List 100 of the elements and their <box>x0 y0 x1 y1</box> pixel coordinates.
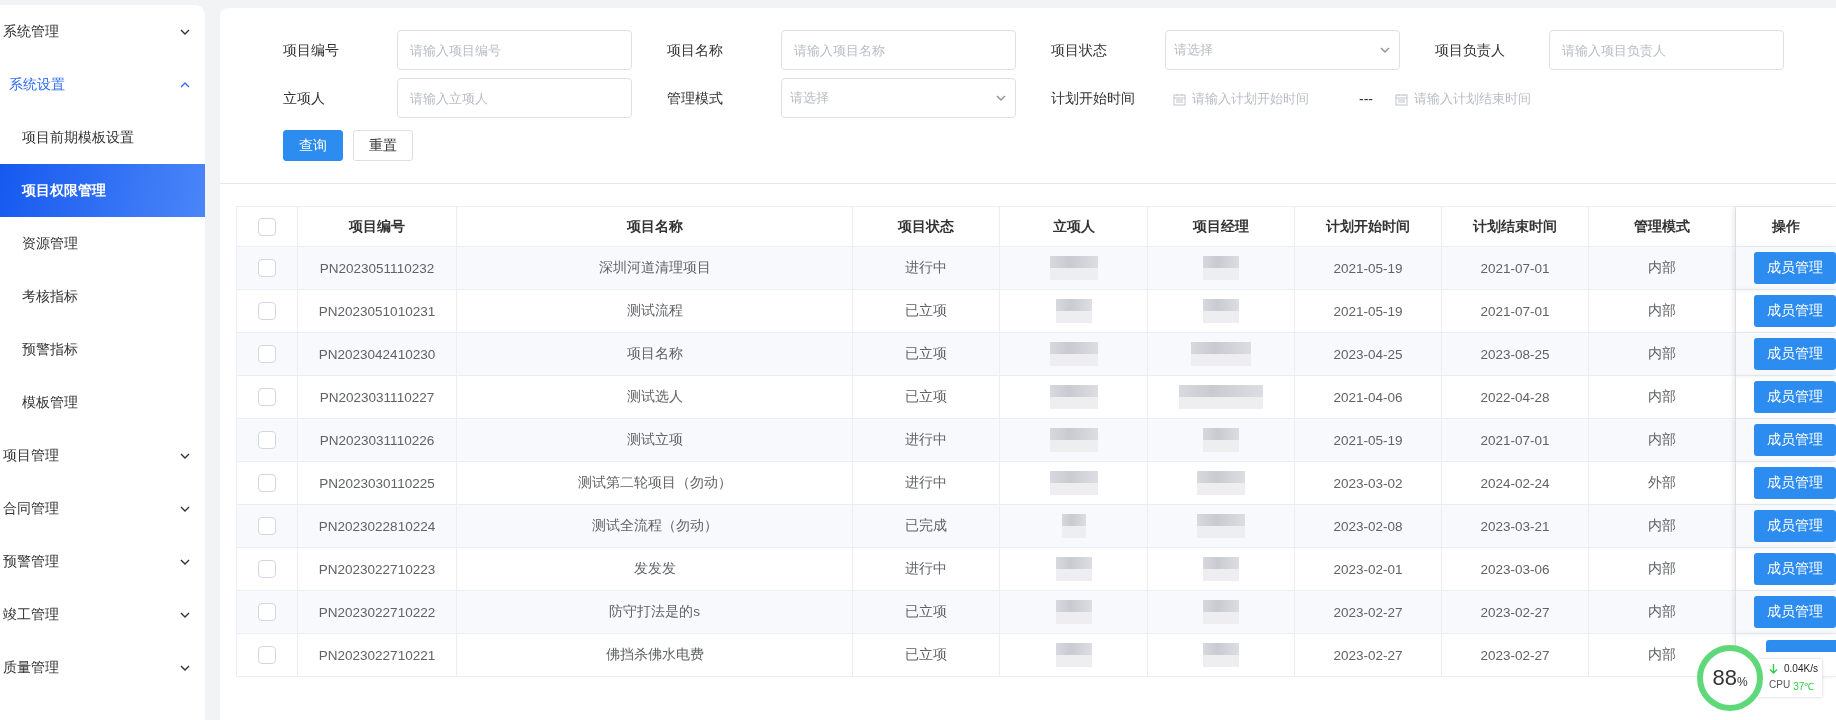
table-cell: PN2023022710223 <box>318 561 436 577</box>
checkbox[interactable] <box>258 560 276 578</box>
table-cell: 佛挡杀佛水电费 <box>605 646 704 664</box>
menu-item[interactable]: 合同管理 <box>0 482 205 535</box>
text-input[interactable]: 请输入项目编号 <box>397 30 632 70</box>
menu-item[interactable]: 项目管理 <box>0 429 205 482</box>
member-button[interactable]: 成员管理 <box>1754 596 1836 628</box>
calendar-icon <box>1173 92 1186 106</box>
blurred-text <box>1191 342 1251 366</box>
blurred-text <box>1203 600 1239 624</box>
submenu-item[interactable]: 项目前期模板设置 <box>0 111 205 164</box>
filter-label: 项目名称 <box>667 41 724 60</box>
column-header: 项目名称 <box>626 217 683 236</box>
reset-button[interactable]: 重置 <box>353 130 413 161</box>
checkbox[interactable] <box>258 259 276 277</box>
table-cell: 内部 <box>1648 302 1676 320</box>
blurred-text <box>1055 557 1092 581</box>
table-cell: 已立项 <box>905 345 947 363</box>
member-button[interactable] <box>1766 640 1836 652</box>
member-button[interactable]: 成员管理 <box>1754 252 1836 284</box>
filter-label: 项目负责人 <box>1435 41 1506 60</box>
table-cell: 测试立项 <box>626 431 683 449</box>
blurred-text <box>1055 600 1092 624</box>
member-button[interactable]: 成员管理 <box>1754 424 1836 456</box>
member-button[interactable]: 成员管理 <box>1754 553 1836 585</box>
table-cell: 已立项 <box>905 388 947 406</box>
table-cell: 发发发 <box>633 560 676 578</box>
filter-label: 项目编号 <box>283 41 340 60</box>
checkbox[interactable] <box>258 431 276 449</box>
table-cell: 2023-02-27 <box>1480 647 1550 663</box>
cpu-label: CPU <box>1769 679 1791 692</box>
table-cell: PN2023031110226 <box>319 432 435 448</box>
table-cell: 内部 <box>1648 345 1676 363</box>
table-cell: PN2023022810224 <box>318 518 436 534</box>
table-cell: 防守打法是的s <box>609 603 700 621</box>
checkbox[interactable] <box>258 217 276 236</box>
checkbox[interactable] <box>258 646 276 664</box>
blurred-text <box>1203 256 1239 280</box>
table-cell: PN2023030110225 <box>319 475 435 491</box>
member-button[interactable]: 成员管理 <box>1754 467 1836 499</box>
column-header: 项目状态 <box>898 217 954 236</box>
blurred-text <box>1049 342 1098 366</box>
download-arrow-icon <box>1769 663 1778 674</box>
table-cell: 已立项 <box>905 302 947 320</box>
usage-percent: 88 <box>1712 665 1737 691</box>
submenu-item[interactable]: 考核指标 <box>0 270 205 323</box>
text-input[interactable]: 请输入项目名称 <box>781 30 1016 70</box>
calendar-icon <box>1395 92 1408 106</box>
text-input[interactable]: 请输入项目负责人 <box>1549 30 1784 70</box>
table-cell: 2021-07-01 <box>1480 260 1550 276</box>
table-cell: 已立项 <box>905 646 947 664</box>
submenu-item[interactable]: 资源管理 <box>0 217 205 270</box>
menu-item[interactable]: 系统设置 <box>0 58 205 111</box>
submenu-item[interactable]: 项目权限管理 <box>0 164 205 217</box>
filter-label: 计划开始时间 <box>1051 89 1136 108</box>
column-header: 管理模式 <box>1634 217 1690 236</box>
checkbox[interactable] <box>258 345 276 363</box>
table-cell: 2021-05-19 <box>1333 432 1403 448</box>
member-button[interactable]: 成员管理 <box>1754 295 1836 327</box>
table-cell: 2021-04-06 <box>1333 389 1403 405</box>
checkbox[interactable] <box>258 517 276 535</box>
checkbox[interactable] <box>258 603 276 621</box>
table-cell: 进行中 <box>905 431 947 449</box>
table-cell: PN2023022710222 <box>318 604 436 620</box>
table-cell: 外部 <box>1648 474 1676 492</box>
table-cell: 2023-03-06 <box>1480 561 1550 577</box>
blurred-text <box>1203 428 1239 452</box>
menu-item[interactable]: 质量管理 <box>0 641 205 694</box>
menu-item[interactable]: 竣工管理 <box>0 588 205 641</box>
table-cell: 2023-04-25 <box>1333 346 1403 362</box>
checkbox[interactable] <box>258 388 276 406</box>
submenu-item[interactable]: 预警指标 <box>0 323 205 376</box>
table-cell: 2023-03-02 <box>1333 475 1403 491</box>
blurred-text <box>1049 428 1098 452</box>
table-cell: 测试第二轮项目（勿动） <box>577 474 732 492</box>
download-speed: 0.04K/s <box>1784 663 1818 674</box>
table-cell: 2021-05-19 <box>1333 303 1403 319</box>
table-cell: 深圳河道清理项目 <box>598 259 711 277</box>
text-input[interactable]: 请输入立项人 <box>397 78 632 118</box>
member-button[interactable]: 成员管理 <box>1754 381 1836 413</box>
search-button[interactable]: 查询 <box>283 130 343 161</box>
blurred-text <box>1049 385 1098 409</box>
table-cell: PN2023051110232 <box>319 260 435 276</box>
column-header: 操作 <box>1772 217 1800 236</box>
table-cell: 2022-04-28 <box>1480 389 1550 405</box>
table-cell: 内部 <box>1648 259 1676 277</box>
table-cell: PN2023051010231 <box>318 303 436 319</box>
member-button[interactable]: 成员管理 <box>1754 510 1836 542</box>
submenu-item[interactable]: 模板管理 <box>0 376 205 429</box>
menu-item[interactable]: 预警管理 <box>0 535 205 588</box>
table-cell: 2023-02-27 <box>1480 604 1550 620</box>
checkbox[interactable] <box>258 302 276 320</box>
table-cell: 进行中 <box>905 259 947 277</box>
checkbox[interactable] <box>258 474 276 492</box>
percent-sign: % <box>1736 675 1748 689</box>
member-button[interactable]: 成员管理 <box>1754 338 1836 370</box>
table-cell: 2021-07-01 <box>1480 432 1550 448</box>
filter-label: 管理模式 <box>667 89 724 108</box>
table-cell: 2023-02-27 <box>1333 647 1403 663</box>
menu-item[interactable]: 系统管理 <box>0 5 205 58</box>
